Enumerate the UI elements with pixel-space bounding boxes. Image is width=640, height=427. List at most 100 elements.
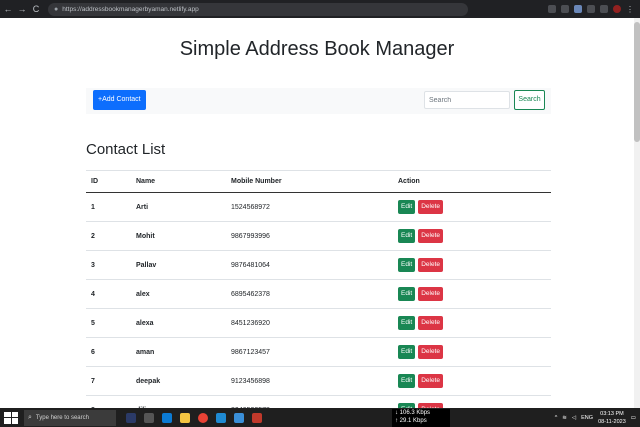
edit-button[interactable]: Edit <box>398 229 416 243</box>
header-id: ID <box>86 170 136 193</box>
delete-button[interactable]: Delete <box>418 374 443 388</box>
cell-id: 5 <box>86 308 136 338</box>
edit-button[interactable]: Edit <box>398 345 416 359</box>
header-mobile: Mobile Number <box>231 170 398 193</box>
back-icon[interactable]: ← <box>2 4 14 14</box>
cell-mobile: 9123456898 <box>231 366 398 396</box>
cell-name: alexa <box>136 308 231 338</box>
net-up: ↑ 29.1 Kbps <box>395 417 427 424</box>
cell-action: EditDelete <box>398 250 551 280</box>
profile-avatar[interactable] <box>613 5 621 13</box>
edit-button[interactable]: Edit <box>398 316 416 330</box>
edit-button[interactable]: Edit <box>398 258 416 272</box>
delete-button[interactable]: Delete <box>418 316 443 330</box>
cell-action: EditDelete <box>398 337 551 367</box>
search-button[interactable]: Search <box>514 90 545 110</box>
delete-button[interactable]: Delete <box>418 258 443 272</box>
contact-list-title: Contact List <box>86 141 166 158</box>
cell-action: EditDelete <box>398 395 551 408</box>
table-row: 1 Arti 1524568972 Edit Delete <box>86 192 551 222</box>
cell-mobile: 6895462378 <box>231 279 398 309</box>
cell-id: 4 <box>86 279 136 309</box>
cell-action: EditDelete <box>398 221 551 251</box>
cell-id: 7 <box>86 366 136 396</box>
table-row: 2 Mohit 9867993996 Edit Delete <box>86 221 551 251</box>
cell-name: Mohit <box>136 221 231 251</box>
browser-toolbar: ← → C ● https://addressbookmanagerbyaman… <box>0 0 640 18</box>
notification-icon[interactable]: ▭ <box>631 415 636 421</box>
cell-name: Arti <box>136 192 231 222</box>
language-indicator[interactable]: ENG <box>581 415 593 421</box>
taskbar-search[interactable]: ⌕ Type here to search <box>24 409 116 426</box>
cell-name: Pallav <box>136 250 231 280</box>
table-row: 5 alexa 8451236920 Edit Delete <box>86 308 551 338</box>
edit-button[interactable]: Edit <box>398 200 416 214</box>
browser-actions: ⋮ <box>548 5 640 14</box>
puzzle-icon[interactable] <box>587 5 595 13</box>
header-action: Action <box>398 170 551 193</box>
clock-date: 08-11-2023 <box>598 418 626 425</box>
extension-icon[interactable] <box>574 5 582 13</box>
table-row: 3 Pallav 9876481064 Edit Delete <box>86 250 551 280</box>
taskbar-apps <box>126 412 262 423</box>
vscode-icon[interactable] <box>216 412 226 423</box>
cell-id: 3 <box>86 250 136 280</box>
cell-action: EditDelete <box>398 279 551 309</box>
app-icon[interactable] <box>252 412 262 423</box>
cell-id: 8 <box>86 395 136 408</box>
chevron-up-icon[interactable]: ^ <box>555 415 558 421</box>
add-contact-button[interactable]: +Add Contact <box>93 90 146 110</box>
file-explorer-icon[interactable] <box>180 412 190 423</box>
cell-mobile: 8046532578 <box>231 395 398 408</box>
delete-button[interactable]: Delete <box>418 345 443 359</box>
cell-mobile: 9876481064 <box>231 250 398 280</box>
windows-taskbar: ⌕ Type here to search ↓ 106.3 Kbps ↑ 29.… <box>0 408 640 427</box>
task-view-icon[interactable] <box>144 412 154 423</box>
windows-start-icon[interactable] <box>4 411 18 424</box>
delete-button[interactable]: Delete <box>418 229 443 243</box>
chrome-icon[interactable] <box>198 412 208 423</box>
table-row: 8 dilip 8046532578 EditDelete <box>86 395 551 408</box>
cell-name: alex <box>136 279 231 309</box>
url-text: https://addressbookmanagerbyaman.netlify… <box>62 5 199 13</box>
cell-id: 6 <box>86 337 136 367</box>
cell-mobile: 9867993996 <box>231 221 398 251</box>
search-input[interactable] <box>424 91 510 109</box>
table-row: 6 aman 9867123457 Edit Delete <box>86 337 551 367</box>
table-row: 7 deepak 9123456898 Edit Delete <box>86 366 551 396</box>
delete-button[interactable]: Delete <box>418 200 443 214</box>
cell-id: 1 <box>86 192 136 222</box>
network-speed: ↓ 106.3 Kbps ↑ 29.1 Kbps <box>392 408 450 427</box>
scrollbar-thumb[interactable] <box>634 22 640 142</box>
clock-time: 03:13 PM <box>600 410 624 417</box>
volume-icon[interactable]: ◁ <box>572 415 576 421</box>
cell-id: 2 <box>86 221 136 251</box>
share-icon[interactable] <box>548 5 556 13</box>
page-title: Simple Address Book Manager <box>179 38 455 60</box>
taskbar-search-text: Type here to search <box>35 414 89 421</box>
delete-button[interactable]: Delete <box>418 287 443 301</box>
clock[interactable]: 03:13 PM 08-11-2023 <box>598 410 626 426</box>
edit-button[interactable]: Edit <box>398 287 416 301</box>
forward-icon[interactable]: → <box>16 4 28 14</box>
cell-name: deepak <box>136 366 231 396</box>
page-content: Simple Address Book Manager +Add Contact… <box>0 18 634 408</box>
cell-action: EditDelete <box>398 366 551 396</box>
cell-name: dilip <box>136 395 231 408</box>
download-icon[interactable] <box>600 5 608 13</box>
reload-icon[interactable]: C <box>30 4 42 14</box>
wifi-icon[interactable]: ≋ <box>562 415 567 421</box>
edge-icon[interactable] <box>162 412 172 423</box>
navbar: +Add Contact Search <box>86 88 551 114</box>
app-icon[interactable] <box>126 412 136 423</box>
cell-name: aman <box>136 337 231 367</box>
net-down: ↓ 106.3 Kbps <box>395 409 431 416</box>
app-icon[interactable] <box>234 412 244 423</box>
menu-icon[interactable]: ⋮ <box>626 5 634 14</box>
search-icon: ⌕ <box>28 413 32 421</box>
address-bar[interactable]: ● https://addressbookmanagerbyaman.netli… <box>48 2 468 16</box>
bookmark-icon[interactable] <box>561 5 569 13</box>
edit-button[interactable]: Edit <box>398 374 416 388</box>
header-name: Name <box>136 170 231 193</box>
contact-table: ID Name Mobile Number Action 1 Arti 1524… <box>86 170 551 408</box>
